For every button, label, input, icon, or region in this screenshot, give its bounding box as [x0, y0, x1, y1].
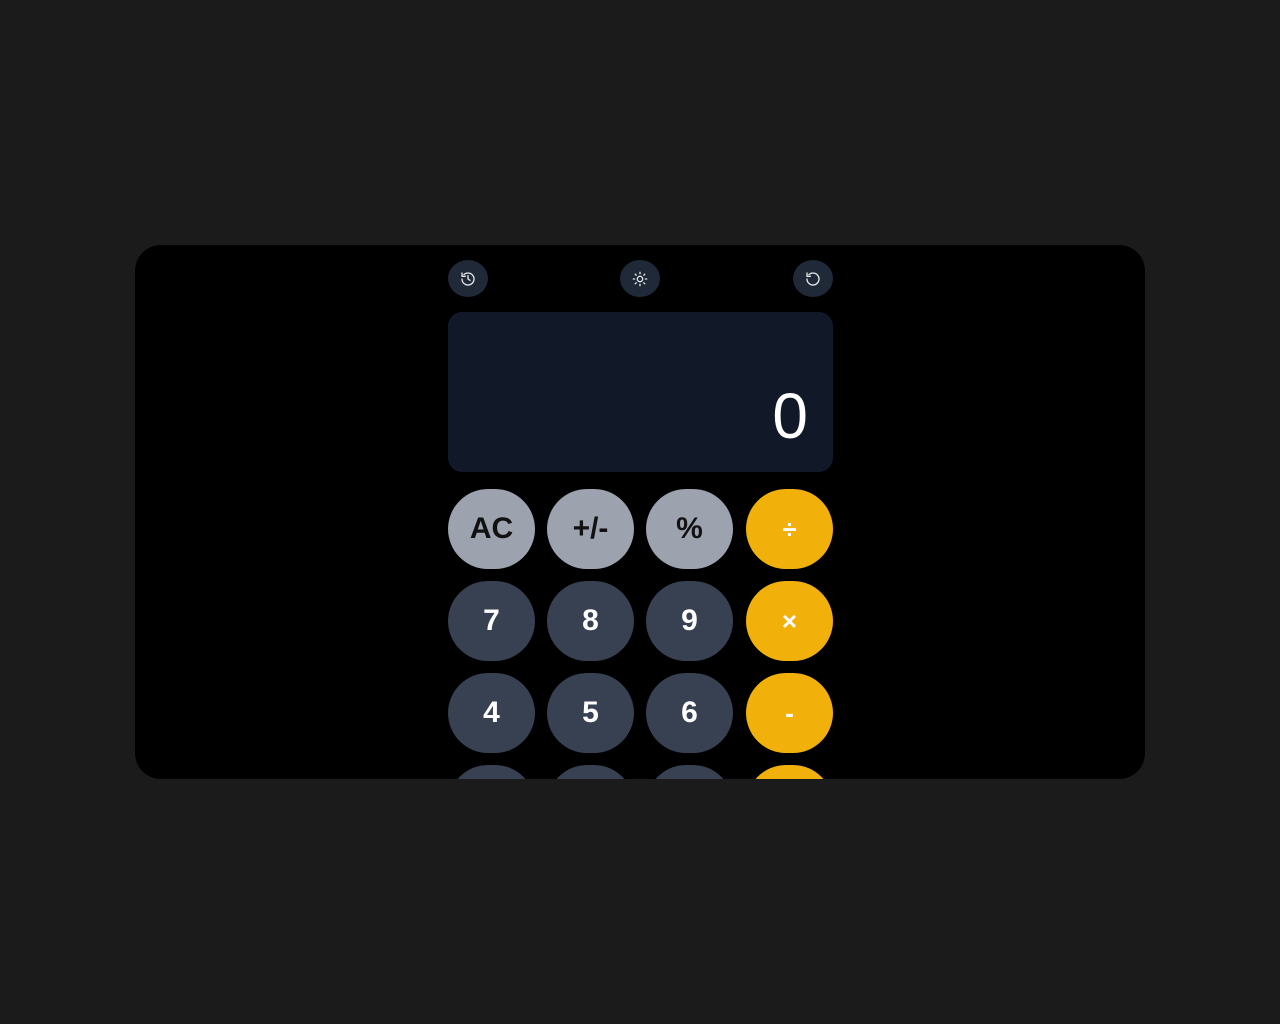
rotate-ccw-icon — [805, 271, 821, 287]
key-row4-col4[interactable] — [746, 765, 833, 779]
digit-7-button[interactable]: 7 — [448, 581, 535, 661]
calculator-display: 0 — [448, 312, 833, 472]
multiply-button[interactable]: × — [746, 581, 833, 661]
key-row4-col2[interactable] — [547, 765, 634, 779]
digit-9-button[interactable]: 9 — [646, 581, 733, 661]
percent-button[interactable]: % — [646, 489, 733, 569]
history-button[interactable] — [448, 260, 488, 297]
digit-6-button[interactable]: 6 — [646, 673, 733, 753]
calculator-toolbar — [448, 260, 833, 297]
divide-button[interactable]: ÷ — [746, 489, 833, 569]
theme-toggle-button[interactable] — [620, 260, 660, 297]
sun-icon — [632, 271, 648, 287]
history-icon — [460, 271, 476, 287]
display-value: 0 — [772, 380, 808, 452]
key-row4-col3[interactable] — [646, 765, 733, 779]
subtract-button[interactable]: - — [746, 673, 833, 753]
digit-4-button[interactable]: 4 — [448, 673, 535, 753]
calculator-window: 0 AC +/- % ÷ 7 8 9 × 4 5 6 - — [135, 245, 1145, 779]
key-row4-col1[interactable] — [448, 765, 535, 779]
digit-8-button[interactable]: 8 — [547, 581, 634, 661]
digit-5-button[interactable]: 5 — [547, 673, 634, 753]
calculator: 0 AC +/- % ÷ 7 8 9 × 4 5 6 - — [448, 245, 833, 779]
clear-button[interactable]: AC — [448, 489, 535, 569]
reset-button[interactable] — [793, 260, 833, 297]
toggle-sign-button[interactable]: +/- — [547, 489, 634, 569]
